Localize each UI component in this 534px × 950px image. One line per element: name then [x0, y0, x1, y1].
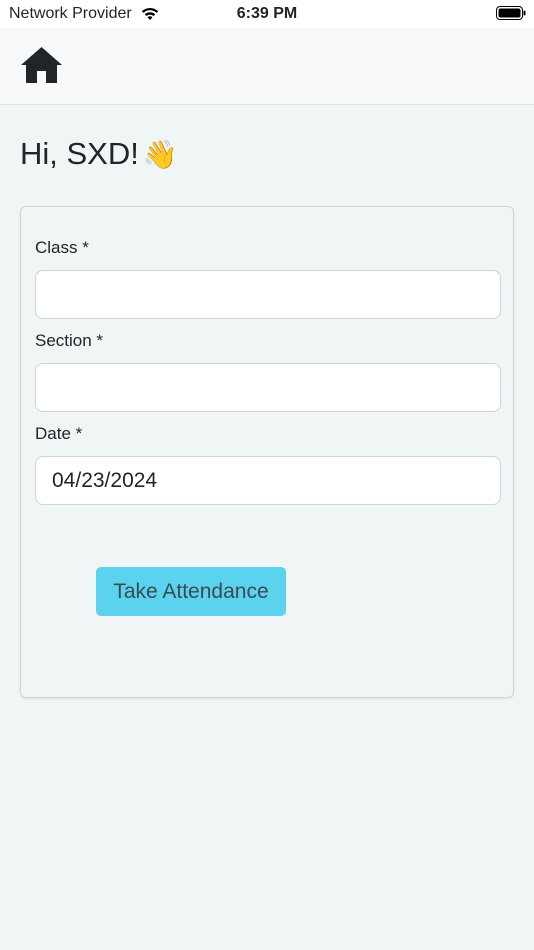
class-input[interactable]	[35, 270, 501, 319]
section-label: Section *	[35, 331, 104, 350]
home-icon	[21, 47, 62, 83]
section-input[interactable]	[35, 363, 501, 412]
greeting-text: Hi, SXD!	[20, 136, 139, 171]
date-input[interactable]: 04/23/2024	[35, 456, 501, 505]
status-bar: Network Provider 6:39 PM	[0, 0, 534, 28]
take-attendance-button[interactable]: Take Attendance	[96, 567, 286, 616]
attendance-form-card: Class * Section * Date * 04/23/2024 Take…	[20, 206, 514, 698]
greeting-heading: Hi, SXD! 👋	[20, 136, 178, 172]
home-button[interactable]	[20, 45, 63, 85]
status-time: 6:39 PM	[236, 5, 298, 22]
class-label: Class *	[35, 238, 89, 257]
navbar	[0, 28, 534, 105]
battery-icon	[496, 6, 526, 20]
date-label: Date *	[35, 424, 83, 443]
waving-hand-emoji: 👋	[142, 139, 178, 170]
